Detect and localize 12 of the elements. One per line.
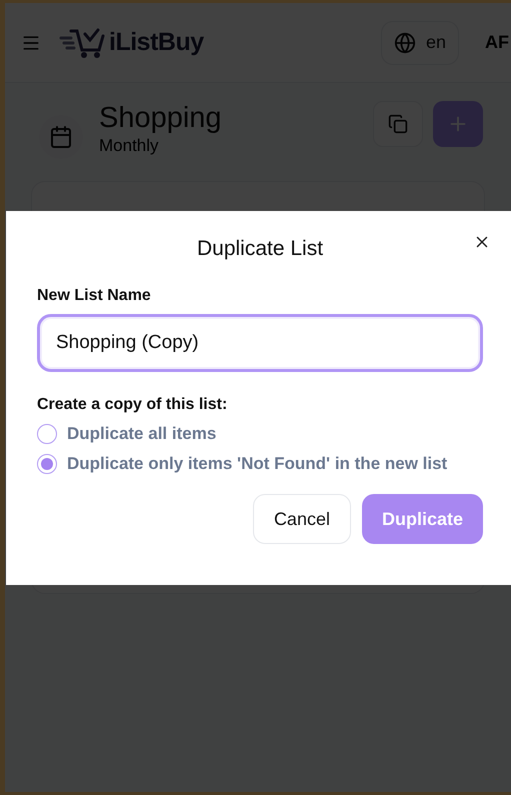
radio-button[interactable]: [37, 424, 57, 444]
list-name-field[interactable]: Shopping (Copy): [37, 314, 483, 372]
field-label: New List Name: [37, 287, 152, 305]
options-label: Create a copy of this list:: [37, 396, 228, 414]
dialog-title: Duplicate List: [196, 237, 324, 261]
cancel-button[interactable]: Cancel: [252, 494, 351, 544]
app-name: iListBuy: [109, 28, 204, 57]
radio-button[interactable]: [37, 454, 57, 474]
list-subtitle: Monthly: [99, 136, 160, 156]
radio-label: Duplicate all items: [67, 424, 216, 444]
list-title: Shopping: [99, 101, 222, 136]
radio-label: Duplicate only items 'Not Found' in the new list: [67, 454, 448, 474]
